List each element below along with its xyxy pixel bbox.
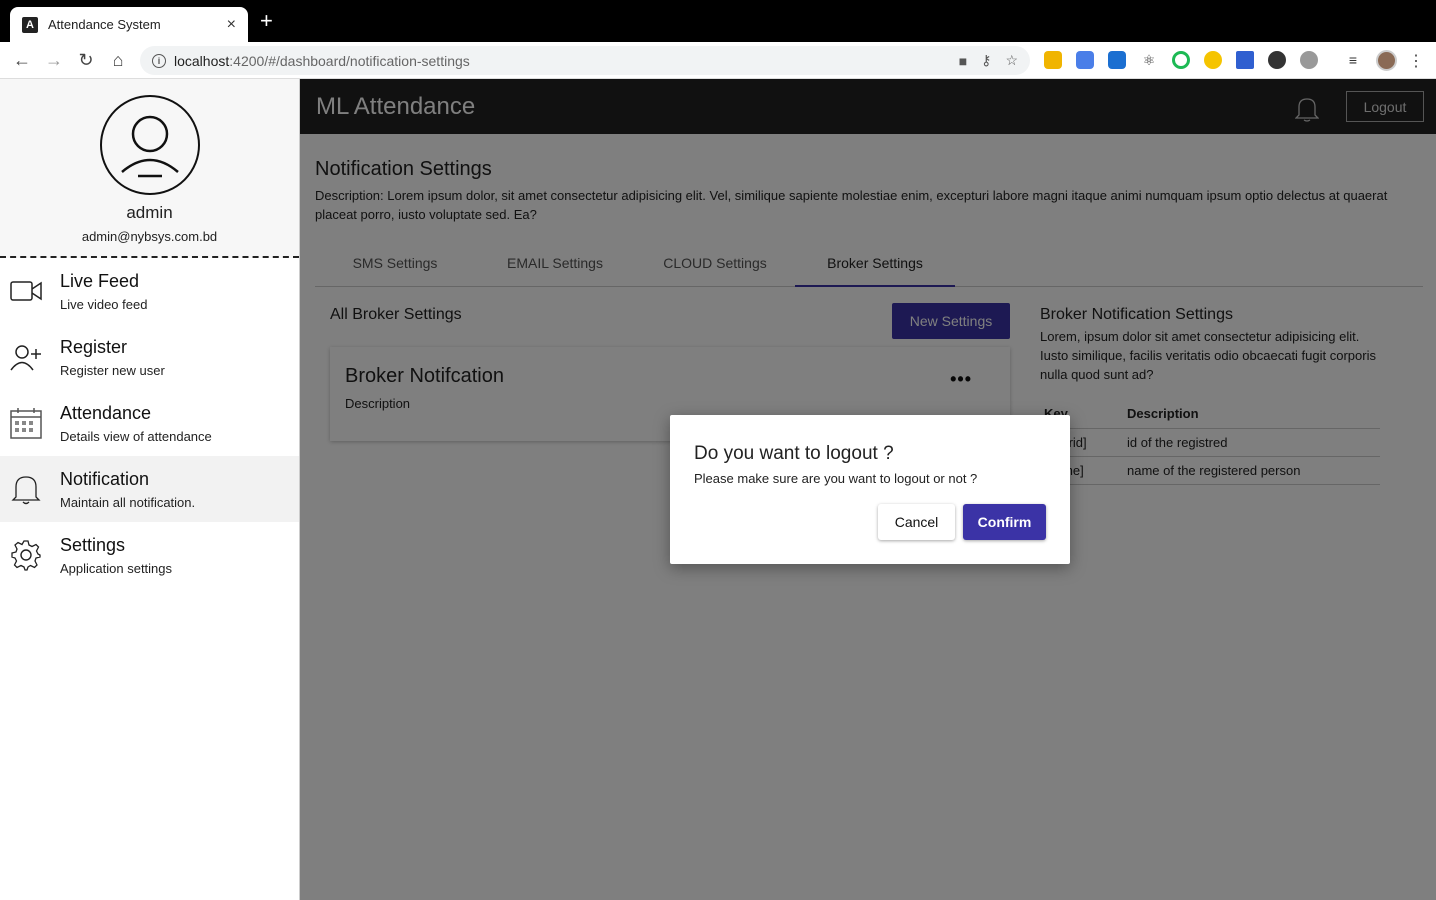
- site-info-icon[interactable]: i: [152, 53, 166, 68]
- s-extension-icon[interactable]: [1108, 51, 1126, 69]
- sidebar: admin admin@nybsys.com.bd Live Feed Live…: [0, 79, 300, 900]
- media-control-icon[interactable]: ≡: [1344, 51, 1362, 69]
- user-profile: admin admin@nybsys.com.bd: [0, 79, 299, 258]
- cancel-button[interactable]: Cancel: [878, 504, 955, 540]
- url-text[interactable]: localhost:4200/#/dashboard/notification-…: [174, 53, 945, 69]
- person-icon: [120, 115, 179, 178]
- sidebar-item-attendance[interactable]: Attendance Details view of attendance: [0, 390, 299, 456]
- dialog-title: Do you want to logout ?: [694, 443, 894, 464]
- grey-extension-icon[interactable]: [1300, 51, 1318, 69]
- url-path: :4200/#/dashboard/notification-settings: [229, 52, 470, 69]
- yellow-extension-icon[interactable]: [1204, 51, 1222, 69]
- sidebar-item-title: Notification: [60, 468, 150, 489]
- profile-avatar[interactable]: [1376, 50, 1397, 71]
- dialog-message: Please make sure are you want to logout …: [694, 471, 978, 486]
- browser-toolbar: ← → ↻ ⌂ i localhost:4200/#/dashboard/not…: [0, 42, 1436, 79]
- gear-icon: [10, 539, 42, 571]
- sidebar-item-register[interactable]: Register Register new user: [0, 324, 299, 390]
- bell-icon: [10, 473, 42, 505]
- video-camera-icon: [10, 275, 42, 307]
- browser-tab[interactable]: A Attendance System ×: [10, 7, 248, 42]
- key-icon[interactable]: ⚷: [981, 52, 991, 69]
- browser-menu-icon[interactable]: ⋮: [1408, 51, 1424, 71]
- user-email: admin@nybsys.com.bd: [81, 229, 218, 244]
- confirm-button[interactable]: Confirm: [963, 504, 1046, 540]
- tab-title: Attendance System: [48, 17, 161, 32]
- url-host: localhost: [174, 52, 230, 69]
- sidebar-item-title: Settings: [60, 534, 126, 555]
- sidebar-item-title: Live Feed: [60, 270, 140, 291]
- calendar-icon: [10, 407, 42, 439]
- sidebar-item-notification[interactable]: Notification Maintain all notification.: [0, 456, 299, 522]
- add-user-icon: [10, 341, 42, 373]
- star-icon[interactable]: ☆: [1005, 52, 1018, 69]
- tab-close-icon[interactable]: ×: [227, 16, 236, 34]
- sidebar-item-subtitle: Application settings: [60, 560, 173, 576]
- address-bar[interactable]: i localhost:4200/#/dashboard/notificatio…: [140, 46, 1030, 75]
- username: admin: [126, 203, 173, 222]
- sidebar-item-subtitle: Maintain all notification.: [60, 494, 196, 510]
- sidebar-item-title: Attendance: [60, 402, 152, 423]
- new-tab-button[interactable]: +: [260, 10, 273, 32]
- angular-logo-icon: A: [22, 16, 38, 33]
- blue-extension-icon[interactable]: [1236, 51, 1254, 69]
- browser-tab-strip: A Attendance System × +: [0, 0, 1436, 42]
- back-icon[interactable]: ←: [10, 48, 34, 72]
- reload-icon[interactable]: ↻: [74, 48, 98, 72]
- home-icon[interactable]: ⌂: [106, 48, 130, 72]
- react-devtools-icon[interactable]: ⚛: [1140, 51, 1158, 69]
- sidebar-item-subtitle: Live video feed: [60, 296, 148, 312]
- sidebar-item-title: Register: [60, 336, 128, 357]
- extension-icon[interactable]: [1044, 51, 1062, 69]
- forward-icon[interactable]: →: [42, 48, 66, 72]
- sidebar-item-subtitle: Register new user: [60, 362, 165, 378]
- avatar: [99, 95, 200, 195]
- camera-blocked-icon[interactable]: ■: [959, 53, 967, 69]
- sidebar-item-live-feed[interactable]: Live Feed Live video feed: [0, 258, 299, 324]
- translate-extension-icon[interactable]: [1076, 51, 1094, 69]
- sidebar-item-settings[interactable]: Settings Application settings: [0, 522, 299, 588]
- logout-confirm-dialog: Do you want to logout ? Please make sure…: [670, 415, 1070, 564]
- dark-extension-icon[interactable]: [1268, 51, 1286, 69]
- sidebar-item-subtitle: Details view of attendance: [60, 428, 212, 444]
- circle-extension-icon[interactable]: [1172, 51, 1190, 69]
